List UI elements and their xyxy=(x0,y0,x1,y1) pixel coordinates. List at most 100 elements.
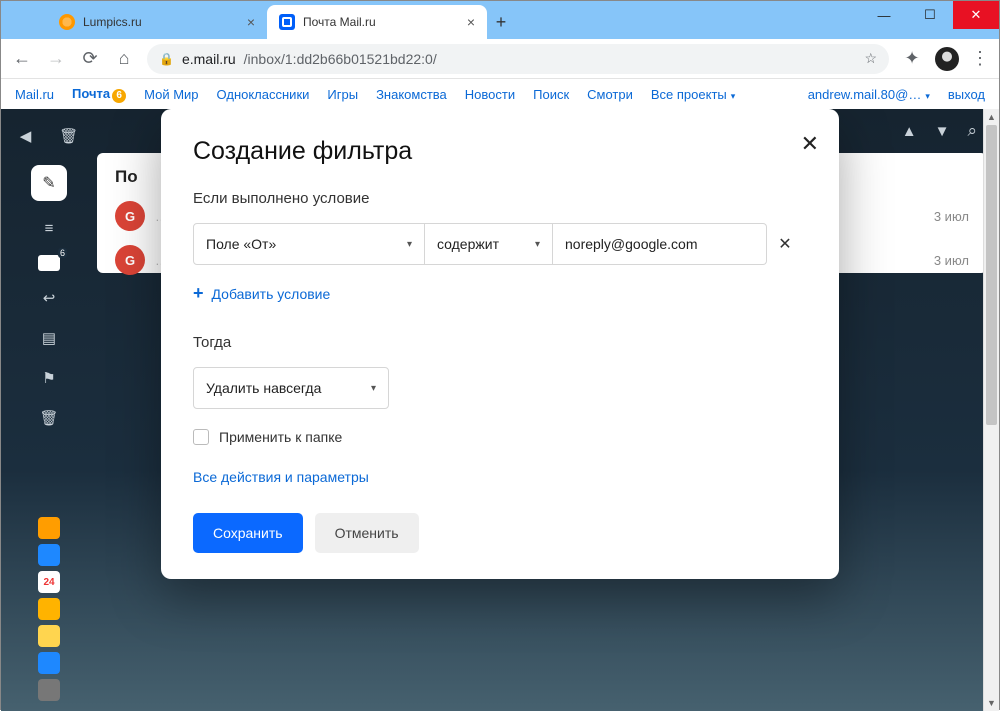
contacts-app-icon[interactable] xyxy=(38,544,60,566)
unread-count: 6 xyxy=(58,248,67,258)
profile-avatar[interactable] xyxy=(935,47,959,71)
save-button[interactable]: Сохранить xyxy=(193,513,303,553)
extensions-icon[interactable]: ✦ xyxy=(901,48,923,70)
condition-section-label: Если выполнено условие xyxy=(193,190,807,207)
down-icon[interactable]: ▼ xyxy=(935,123,950,140)
create-filter-dialog: ✕ Создание фильтра Если выполнено услови… xyxy=(161,109,839,579)
caret-down-icon: ▾ xyxy=(371,383,376,394)
window-controls: — ☐ ✕ xyxy=(861,1,999,29)
nav-user[interactable]: andrew.mail.80@… xyxy=(808,87,930,102)
unread-badge: 6 xyxy=(112,89,126,103)
action-row: Удалить навсегда ▾ xyxy=(193,367,807,409)
browser-tab-mailru[interactable]: Почта Mail.ru × xyxy=(267,5,487,39)
search-icon[interactable]: ⌕ xyxy=(967,121,977,141)
up-icon[interactable]: ▲ xyxy=(902,123,917,140)
inbox-icon[interactable]: 6 xyxy=(38,255,60,271)
nav-ok[interactable]: Одноклассники xyxy=(217,87,310,102)
dialog-title: Создание фильтра xyxy=(193,137,807,166)
forward-button[interactable]: → xyxy=(45,48,67,70)
nav-smotri[interactable]: Смотри xyxy=(587,87,633,102)
nav-games[interactable]: Игры xyxy=(327,87,358,102)
cloud-app-icon[interactable] xyxy=(38,517,60,539)
nav-pochta[interactable]: Почта6 xyxy=(72,86,126,103)
menu-icon[interactable]: ≡ xyxy=(36,215,62,241)
vertical-scrollbar[interactable]: ▲ ▼ xyxy=(983,109,999,711)
money-app-icon[interactable] xyxy=(38,598,60,620)
caret-down-icon: ▾ xyxy=(407,239,412,250)
select-value: Поле «От» xyxy=(206,236,276,252)
lock-icon: 🔒 xyxy=(159,52,174,66)
all-actions-link[interactable]: Все действия и параметры xyxy=(193,469,807,485)
scroll-up-icon[interactable]: ▲ xyxy=(984,109,999,125)
back-button[interactable]: ← xyxy=(11,48,33,70)
caret-down-icon: ▾ xyxy=(535,239,540,250)
home-button[interactable]: ⌂ xyxy=(113,48,135,70)
nav-news[interactable]: Новости xyxy=(465,87,515,102)
nav-logout[interactable]: выход xyxy=(948,87,985,102)
cancel-button[interactable]: Отменить xyxy=(315,513,419,553)
tab-title: Почта Mail.ru xyxy=(303,15,376,29)
select-value: содержит xyxy=(437,236,499,252)
bonus-app-icon[interactable] xyxy=(38,625,60,647)
tasks-app-icon[interactable] xyxy=(38,652,60,674)
plus-icon: + xyxy=(193,283,204,304)
apply-to-folder-row[interactable]: Применить к папке xyxy=(193,429,807,445)
nav-search[interactable]: Поиск xyxy=(533,87,569,102)
close-icon[interactable]: × xyxy=(247,14,255,30)
browser-titlebar: Lumpics.ru × Почта Mail.ru × + — ☐ ✕ xyxy=(1,1,999,39)
sender-avatar: G xyxy=(115,201,145,231)
app-body: ◀ 🗑 ✎ ≡ 6 ↩ ▤ ⚑ 🗑 24 ▲ ▼ ⌕ xyxy=(1,109,999,711)
condition-value-input[interactable]: noreply@google.com xyxy=(553,223,767,265)
new-tab-button[interactable]: + xyxy=(487,8,515,36)
nav-projects[interactable]: Все проекты xyxy=(651,87,735,102)
reload-button[interactable]: ⟳ xyxy=(79,48,101,70)
nav-label: Почта xyxy=(72,86,110,101)
row-date: 3 июл xyxy=(934,209,969,224)
condition-field-select[interactable]: Поле «От» ▾ xyxy=(193,223,425,265)
add-condition-label: Добавить условие xyxy=(212,286,331,302)
reply-icon[interactable]: ↩ xyxy=(36,285,62,311)
app-launcher: 24 xyxy=(38,517,60,701)
back-icon[interactable]: ◀ xyxy=(20,127,32,145)
omnibox[interactable]: 🔒 e.mail.ru/inbox/1:dd2b66b01521bd22:0/ … xyxy=(147,44,889,74)
action-select[interactable]: Удалить навсегда ▾ xyxy=(193,367,389,409)
drafts-icon[interactable]: ▤ xyxy=(36,325,62,351)
dialog-buttons: Сохранить Отменить xyxy=(193,513,807,553)
nav-dating[interactable]: Знакомства xyxy=(376,87,447,102)
minimize-button[interactable]: — xyxy=(861,1,907,29)
calendar-app-icon[interactable]: 24 xyxy=(38,571,60,593)
tab-title: Lumpics.ru xyxy=(83,15,142,29)
bookmark-icon[interactable]: ☆ xyxy=(864,50,877,67)
trash2-icon[interactable]: 🗑 xyxy=(36,405,62,431)
trash-icon[interactable]: 🗑 xyxy=(59,127,78,145)
sender-avatar: G xyxy=(115,245,145,275)
scroll-down-icon[interactable]: ▼ xyxy=(984,695,999,711)
toolbar-right: ▲ ▼ ⌕ xyxy=(902,121,977,141)
compose-button[interactable]: ✎ xyxy=(31,165,67,201)
nav-moimir[interactable]: Мой Мир xyxy=(144,87,198,102)
then-section-label: Тогда xyxy=(193,334,807,351)
left-rail: ◀ 🗑 ✎ ≡ 6 ↩ ▤ ⚑ 🗑 24 xyxy=(1,109,97,711)
settings-app-icon[interactable] xyxy=(38,679,60,701)
condition-row: Поле «От»▾ содержит▾ noreply@google.com … xyxy=(193,223,807,265)
kebab-menu-icon[interactable]: ⋮ xyxy=(971,48,989,69)
browser-tab-lumpics[interactable]: Lumpics.ru × xyxy=(47,5,267,39)
maximize-button[interactable]: ☐ xyxy=(907,1,953,29)
close-icon[interactable]: × xyxy=(467,14,475,30)
nav-mailru[interactable]: Mail.ru xyxy=(15,87,54,102)
remove-condition-button[interactable]: ✕ xyxy=(767,223,803,265)
add-condition-button[interactable]: + Добавить условие xyxy=(193,283,807,304)
checkbox-label: Применить к папке xyxy=(219,429,342,445)
dialog-close-button[interactable]: ✕ xyxy=(801,131,819,157)
select-value: Удалить навсегда xyxy=(206,380,321,396)
url-path: /inbox/1:dd2b66b01521bd22:0/ xyxy=(244,51,437,67)
favicon-lumpics xyxy=(59,14,75,30)
scroll-thumb[interactable] xyxy=(986,125,997,425)
favicon-mailru xyxy=(279,14,295,30)
address-bar-row: ← → ⟳ ⌂ 🔒 e.mail.ru/inbox/1:dd2b66b01521… xyxy=(1,39,999,79)
input-value: noreply@google.com xyxy=(565,236,698,252)
flag-icon[interactable]: ⚑ xyxy=(36,365,62,391)
checkbox[interactable] xyxy=(193,429,209,445)
window-close-button[interactable]: ✕ xyxy=(953,1,999,29)
condition-op-select[interactable]: содержит ▾ xyxy=(425,223,553,265)
